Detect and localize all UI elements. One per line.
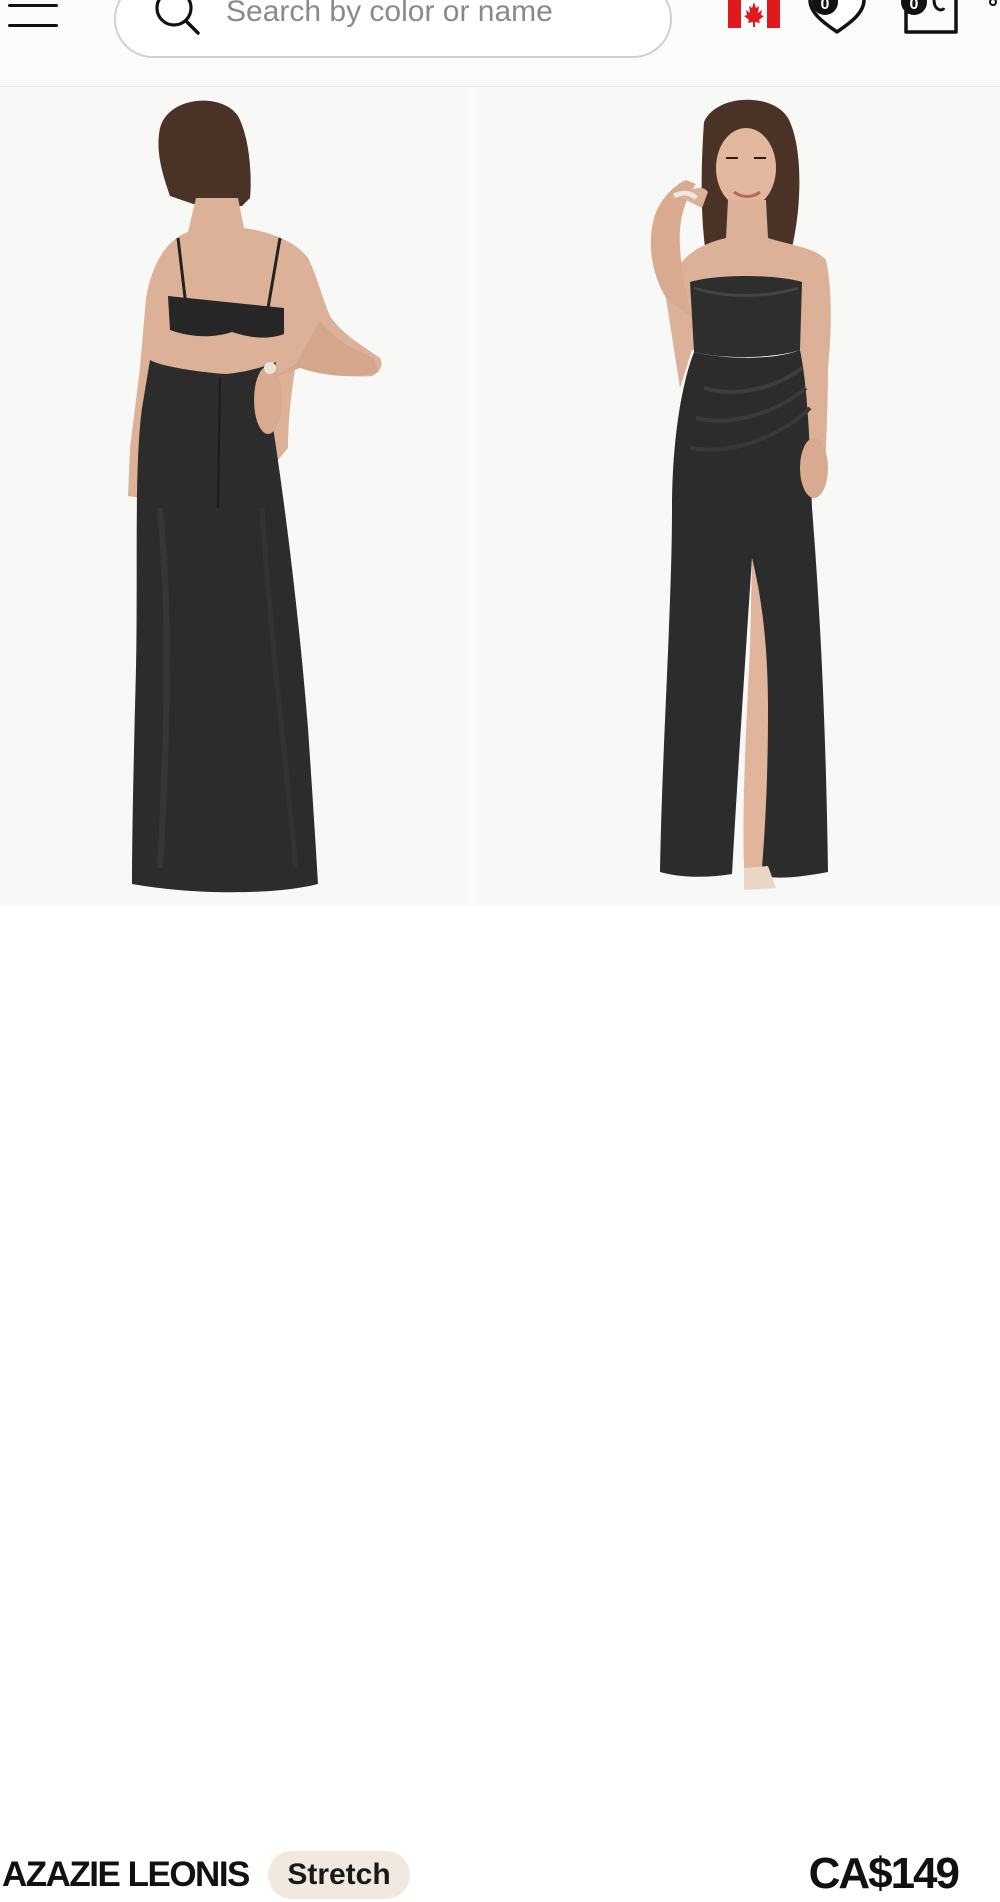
product-photo-front[interactable] bbox=[476, 88, 1000, 906]
search-input[interactable] bbox=[226, 0, 646, 34]
more-icon[interactable] bbox=[986, 0, 1000, 8]
product-info: AZAZIE LEONIS Stretch CA$149 bbox=[0, 906, 1000, 1899]
canada-flag-icon[interactable] bbox=[728, 0, 780, 28]
product-image-gallery[interactable] bbox=[0, 88, 1000, 906]
shopping-bag-icon[interactable]: 0 bbox=[892, 0, 962, 40]
stretch-badge: Stretch bbox=[268, 1851, 410, 1899]
search-bar[interactable] bbox=[114, 0, 672, 58]
menu-icon[interactable] bbox=[8, 0, 58, 32]
bag-count-badge: 0 bbox=[910, 0, 919, 13]
product-name[interactable]: AZAZIE LEONIS bbox=[2, 1851, 250, 1899]
top-navigation-bar: 0 0 bbox=[0, 0, 1000, 87]
wishlist-count-badge: 0 bbox=[821, 0, 830, 13]
dress-back-view-image bbox=[0, 88, 470, 906]
product-price: CA$149 bbox=[808, 1849, 960, 1898]
dress-front-view-image bbox=[476, 88, 1000, 906]
search-icon bbox=[155, 0, 200, 35]
heart-icon[interactable]: 0 bbox=[804, 0, 870, 36]
product-photo-back[interactable] bbox=[0, 88, 470, 906]
